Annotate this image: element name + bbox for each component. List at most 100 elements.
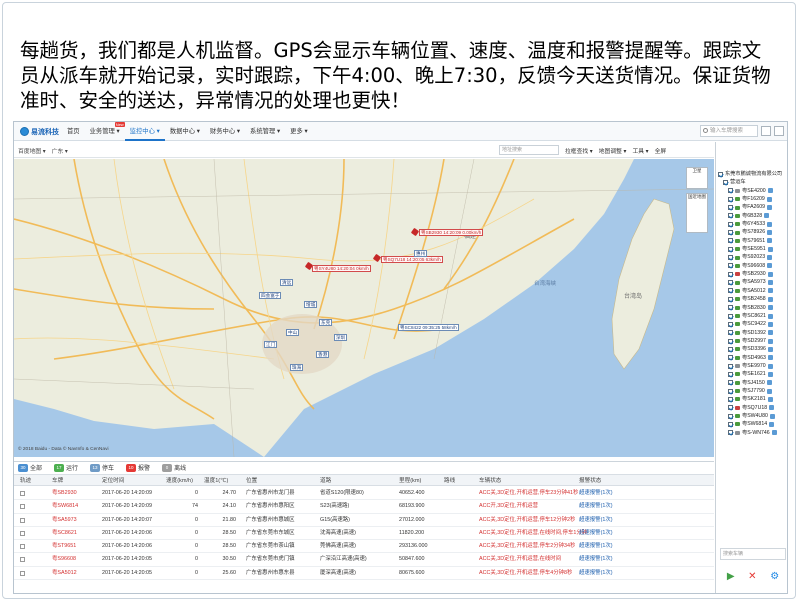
nav-item[interactable]: 更多 ▾ (285, 122, 313, 141)
tree-vehicle[interactable]: 粤6B328 (718, 212, 787, 220)
checkbox[interactable] (728, 421, 733, 427)
checkbox[interactable] (728, 196, 733, 202)
checkbox[interactable] (728, 313, 733, 319)
tree-vehicle[interactable]: 粤S79651 (718, 237, 787, 245)
tree-vehicle[interactable]: 粤SB2458 (718, 295, 787, 303)
track-checkbox[interactable] (20, 530, 25, 536)
checkbox[interactable] (728, 338, 733, 344)
status-icon[interactable] (769, 413, 775, 419)
status-icon[interactable] (767, 238, 773, 244)
status-icon[interactable] (769, 421, 775, 427)
status-icon[interactable] (767, 338, 773, 344)
tree-vehicle[interactable]: 粤SC9422 (718, 320, 787, 328)
status-icon[interactable] (767, 221, 773, 227)
checkbox[interactable] (728, 271, 733, 277)
status-icon[interactable] (767, 346, 773, 352)
city-label[interactable]: 清远 (280, 279, 294, 286)
vehicle-label[interactable]: 粤SB2930 14:20:09 0.00km/h (419, 229, 484, 236)
message-icon[interactable] (761, 126, 771, 136)
tree-vehicle[interactable]: 粤SE4200 (718, 187, 787, 195)
tree-vehicle[interactable]: 粤F16209 (718, 195, 787, 203)
checkbox[interactable] (728, 280, 733, 286)
tools-dropdown[interactable]: 工具 ▾ (632, 146, 648, 155)
map-adjust-tool[interactable]: 地图调整 ▾ (599, 146, 627, 155)
tree-vehicle[interactable]: 粤S78926 (718, 228, 787, 236)
city-label[interactable]: 香港 (316, 351, 330, 358)
nav-item[interactable]: 首页 (62, 122, 85, 141)
checkbox[interactable] (728, 330, 733, 336)
status-icon[interactable] (771, 430, 777, 436)
nav-item[interactable]: 业务管理 ▾ New (85, 122, 125, 141)
checkbox[interactable] (728, 355, 733, 361)
tree-search-input[interactable]: 搜索车辆 (720, 548, 786, 560)
status-icon[interactable] (767, 321, 773, 327)
tree-vehicle[interactable]: 粤SQ7U18 (718, 404, 787, 412)
table-row[interactable]: 粤SW6814 2017-06-20 14:20:09 74 24.10 广东省惠州市惠… (14, 500, 714, 514)
table-column-header[interactable]: 车牌 (52, 475, 63, 487)
tree-vehicle[interactable]: 粤SD2997 (718, 337, 787, 345)
city-label[interactable]: 珠海 (290, 364, 304, 371)
status-icon[interactable] (767, 355, 773, 361)
checkbox[interactable] (728, 238, 733, 244)
status-icon[interactable] (767, 330, 773, 336)
tree-vehicle[interactable]: 粤SW4U80 (718, 412, 787, 420)
status-icon[interactable] (767, 288, 773, 294)
checkbox[interactable] (728, 296, 733, 302)
track-checkbox[interactable] (20, 504, 25, 510)
tree-vehicle[interactable]: 粤SD1392 (718, 329, 787, 337)
checkbox[interactable] (728, 405, 733, 411)
status-icon[interactable] (767, 396, 773, 402)
checkbox[interactable] (728, 205, 733, 211)
status-icon[interactable] (767, 280, 773, 286)
tree-vehicle[interactable]: 粤SD3396 (718, 345, 787, 353)
track-checkbox[interactable] (20, 557, 25, 563)
map-type-dropdown[interactable]: 百度地图 ▾ (18, 146, 46, 155)
tree-vehicle[interactable]: 粤SJ7790 (718, 387, 787, 395)
city-label[interactable]: 惠州 (414, 250, 428, 257)
tree-vehicle[interactable]: 粤SE9970 (718, 362, 787, 370)
checkbox[interactable] (728, 221, 733, 227)
vehicle-label[interactable]: 粤SQ7U18 14:20:05 63km/h (381, 256, 443, 263)
status-icon[interactable] (767, 363, 773, 369)
clear-button[interactable]: ✕ (748, 571, 756, 582)
tree-vehicle[interactable]: 粤SE5951 (718, 245, 787, 253)
tree-vehicle[interactable]: 粤6Y4533 (718, 220, 787, 228)
city-label[interactable]: 增城 (304, 301, 318, 308)
tree-vehicle[interactable]: 粤SD4963 (718, 354, 787, 362)
table-column-header[interactable]: 路线 (444, 475, 455, 487)
city-label[interactable]: 深圳 (334, 334, 348, 341)
checkbox[interactable] (728, 288, 733, 294)
vehicle-search-input[interactable]: 输入车牌搜索 (700, 125, 758, 137)
status-icon[interactable] (767, 205, 773, 211)
checkbox[interactable] (728, 305, 733, 311)
checkbox[interactable] (728, 396, 733, 402)
city-label[interactable]: 中山 (286, 329, 300, 336)
table-column-header[interactable]: 道路 (320, 475, 331, 487)
tree-vehicle[interactable]: 粤SB2930 (718, 270, 787, 278)
table-row[interactable]: 粤SB2930 2017-06-20 14:20:09 0 24.70 广东省惠州市龙门… (14, 487, 714, 501)
status-icon[interactable] (767, 188, 773, 194)
table-row[interactable]: 粤SA5012 2017-06-20 14:20:05 0 25.60 广东省惠州市惠东… (14, 567, 714, 581)
status-icon[interactable] (766, 380, 772, 386)
checkbox[interactable] (728, 413, 733, 419)
status-icon[interactable] (764, 213, 770, 219)
status-icon[interactable] (767, 230, 773, 236)
track-checkbox[interactable] (20, 491, 25, 496)
checkbox[interactable] (728, 388, 733, 394)
table-column-header[interactable]: 报警状态 (579, 475, 601, 487)
fullscreen-button[interactable]: 全屏 (655, 146, 667, 155)
filter-tab[interactable]: 30 全部 (18, 463, 42, 472)
tree-vehicle[interactable]: 粤SK2181 (718, 395, 787, 403)
table-column-header[interactable]: 定位时间 (102, 475, 124, 487)
tree-vehicle[interactable]: 粤SA5973 (718, 278, 787, 286)
tree-vehicle[interactable]: 粤S-WN746 (718, 429, 787, 437)
tree-vehicle[interactable]: 粤S96608 (718, 262, 787, 270)
track-checkbox[interactable] (20, 517, 25, 523)
checkbox[interactable] (728, 188, 733, 194)
nav-item[interactable]: 数据中心 ▾ (165, 122, 205, 141)
checkbox[interactable] (728, 246, 733, 252)
table-column-header[interactable]: 温度1(℃) (204, 475, 228, 487)
checkbox[interactable] (728, 380, 733, 386)
tree-vehicle[interactable]: 粤S92023 (718, 253, 787, 261)
checkbox[interactable] (728, 346, 733, 352)
